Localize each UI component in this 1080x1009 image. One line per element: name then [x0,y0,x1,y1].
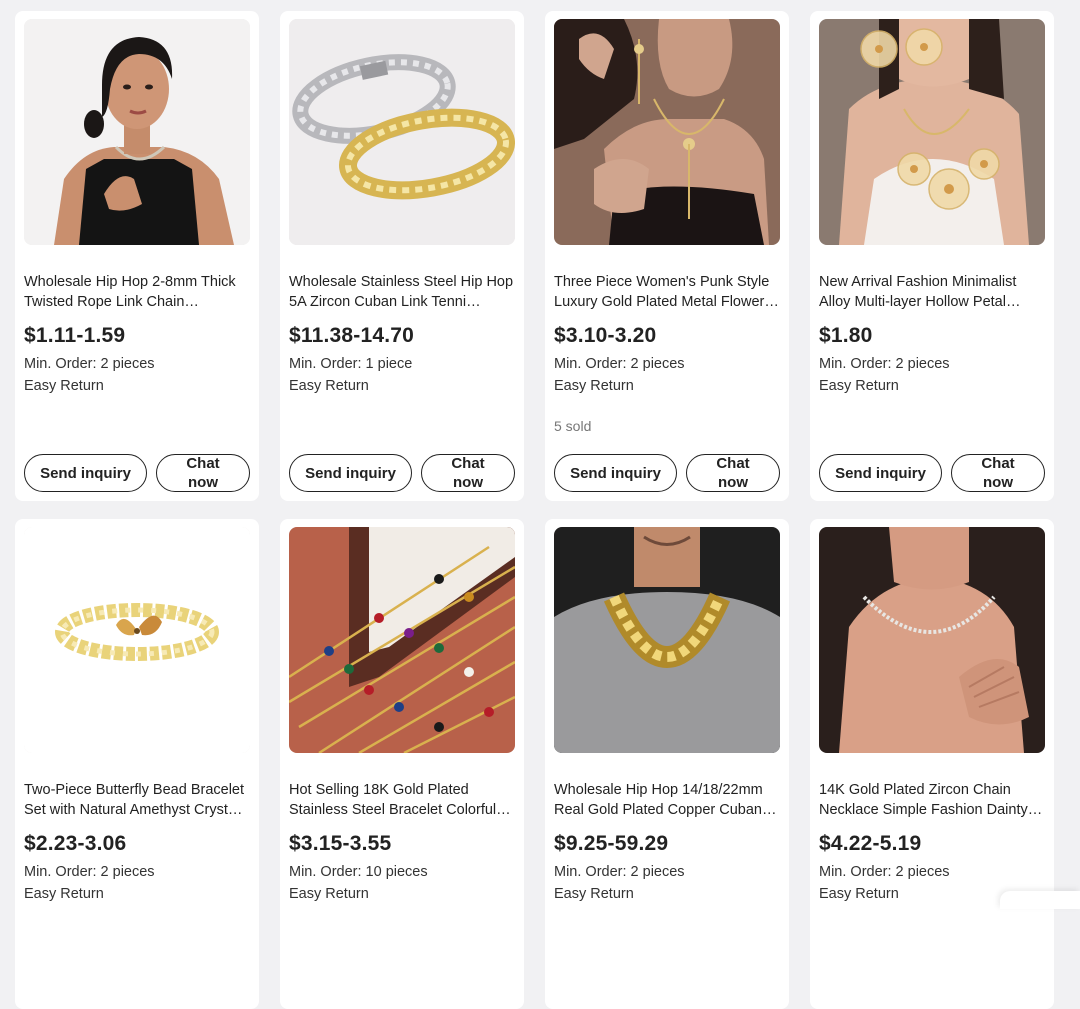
product-price: $1.11-1.59 [24,322,250,350]
chat-now-button[interactable]: Chat now [951,454,1045,492]
product-title[interactable]: Wholesale Stainless Steel Hip Hop 5A Zir… [289,272,515,312]
min-order: Min. Order: 2 pieces [24,353,250,375]
product-title[interactable]: Three Piece Women's Punk Style Luxury Go… [554,272,780,312]
send-inquiry-button[interactable]: Send inquiry [24,454,147,492]
product-title[interactable]: Wholesale Hip Hop 2-8mm Thick Twisted Ro… [24,272,250,312]
card-actions: Send inquiry Chat now [289,454,515,492]
min-order: Min. Order: 2 pieces [819,353,1045,375]
product-image[interactable] [24,527,250,753]
zircon-necklace-photo [819,527,1045,753]
min-order: Min. Order: 10 pieces [289,861,515,883]
product-price: $4.22-5.19 [819,830,1045,858]
product-price: $1.80 [819,322,1045,350]
product-price: $11.38-14.70 [289,322,515,350]
send-inquiry-button[interactable]: Send inquiry [554,454,677,492]
easy-return-label: Easy Return [289,375,515,397]
easy-return-label: Easy Return [24,883,250,905]
product-image[interactable] [819,19,1045,245]
chat-now-button[interactable]: Chat now [686,454,780,492]
product-price: $9.25-59.29 [554,830,780,858]
product-price: $2.23-3.06 [24,830,250,858]
product-image[interactable] [289,527,515,753]
sold-count: 5 sold [554,418,591,434]
product-card[interactable]: Two-Piece Butterfly Bead Bracelet Set wi… [15,519,259,1009]
card-actions: Send inquiry Chat now [554,454,780,492]
product-image[interactable] [554,527,780,753]
easy-return-label: Easy Return [554,375,780,397]
easy-return-label: Easy Return [24,375,250,397]
product-title[interactable]: Wholesale Hip Hop 14/18/22mm Real Gold P… [554,780,780,820]
cuban-chain-photo [554,527,780,753]
product-card[interactable]: Wholesale Stainless Steel Hip Hop 5A Zir… [280,11,524,501]
min-order: Min. Order: 2 pieces [24,861,250,883]
easy-return-label: Easy Return [554,883,780,905]
product-card[interactable]: Wholesale Hip Hop 2-8mm Thick Twisted Ro… [15,11,259,501]
card-actions: Send inquiry Chat now [819,454,1045,492]
floating-widget-edge [1000,891,1080,909]
product-price: $3.15-3.55 [289,830,515,858]
product-image[interactable] [24,19,250,245]
min-order: Min. Order: 2 pieces [819,861,1045,883]
product-grid: Wholesale Hip Hop 2-8mm Thick Twisted Ro… [15,11,1065,1009]
min-order: Min. Order: 2 pieces [554,861,780,883]
min-order: Min. Order: 2 pieces [554,353,780,375]
chat-now-button[interactable]: Chat now [421,454,515,492]
card-actions: Send inquiry Chat now [24,454,250,492]
product-card[interactable]: Wholesale Hip Hop 14/18/22mm Real Gold P… [545,519,789,1009]
butterfly-bracelet-photo [24,527,250,753]
punk-jewelry-photo [554,19,780,245]
send-inquiry-button[interactable]: Send inquiry [819,454,942,492]
product-image[interactable] [289,19,515,245]
product-card[interactable]: Hot Selling 18K Gold Plated Stainless St… [280,519,524,1009]
product-price: $3.10-3.20 [554,322,780,350]
flower-necklace-photo [819,19,1045,245]
product-title[interactable]: 14K Gold Plated Zircon Chain Necklace Si… [819,780,1045,820]
product-title[interactable]: Two-Piece Butterfly Bead Bracelet Set wi… [24,780,250,820]
min-order: Min. Order: 1 piece [289,353,515,375]
easy-return-label: Easy Return [819,375,1045,397]
product-card[interactable]: 14K Gold Plated Zircon Chain Necklace Si… [810,519,1054,1009]
product-card[interactable]: Three Piece Women's Punk Style Luxury Go… [545,11,789,501]
product-image[interactable] [819,527,1045,753]
product-title[interactable]: New Arrival Fashion Minimalist Alloy Mul… [819,272,1045,312]
product-image[interactable] [554,19,780,245]
send-inquiry-button[interactable]: Send inquiry [289,454,412,492]
bracelets-photo [289,19,515,245]
product-title[interactable]: Hot Selling 18K Gold Plated Stainless St… [289,780,515,820]
woman-chain-photo [24,19,250,245]
chat-now-button[interactable]: Chat now [156,454,250,492]
product-card[interactable]: New Arrival Fashion Minimalist Alloy Mul… [810,11,1054,501]
easy-return-label: Easy Return [289,883,515,905]
colorful-bracelets-photo [289,527,515,753]
